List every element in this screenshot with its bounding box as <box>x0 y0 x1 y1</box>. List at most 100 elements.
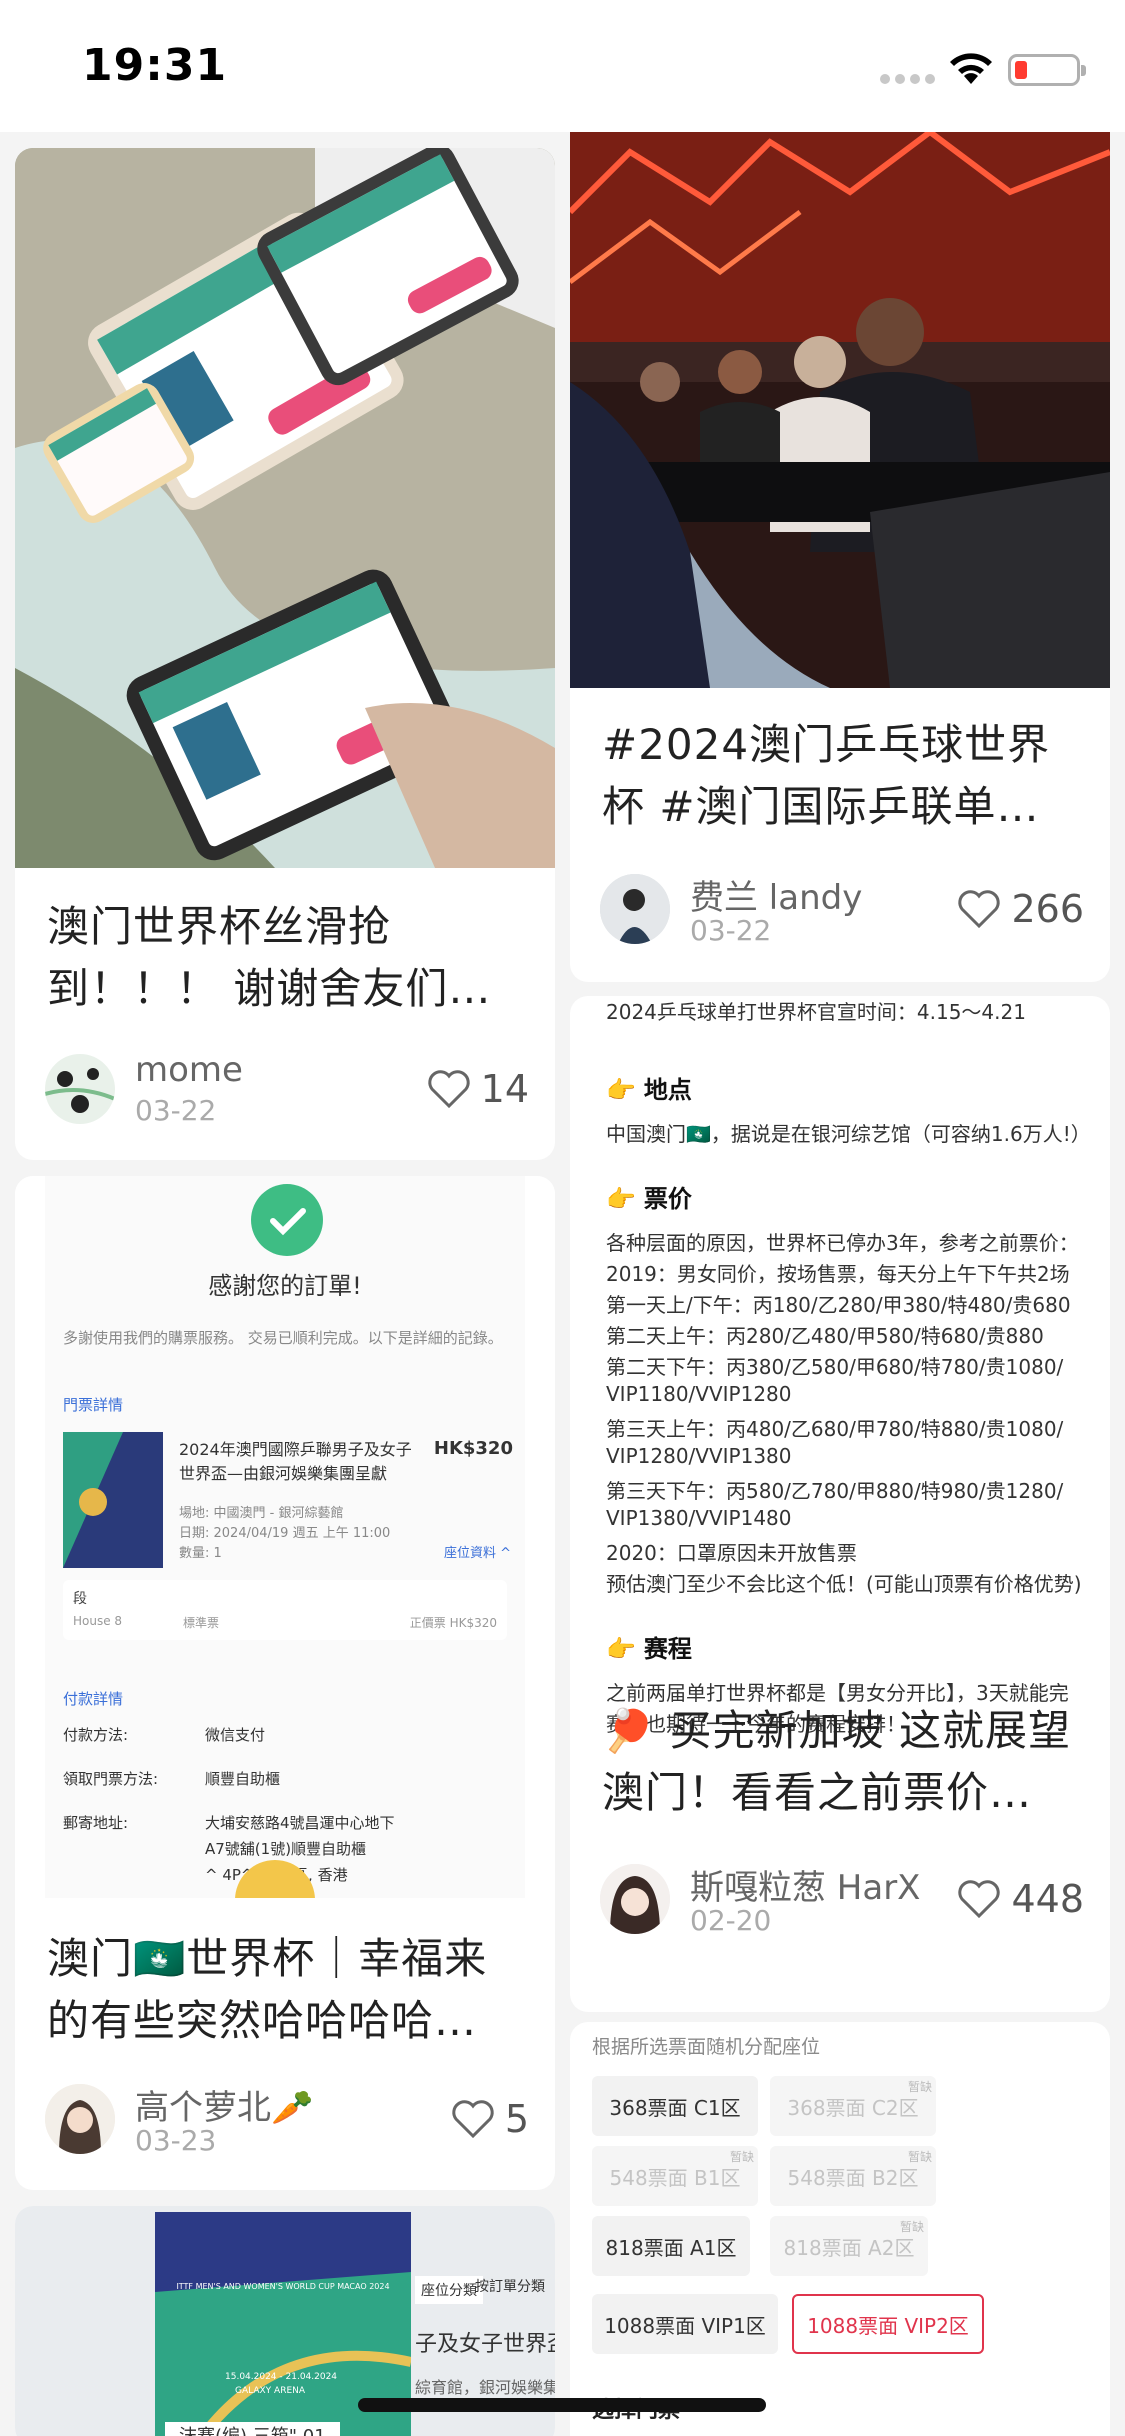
seat-option-chip[interactable]: 818票面 A1区 <box>592 2216 750 2276</box>
post-title[interactable]: 🏓 买完新加坡 这就展望澳门！看看之前票价… <box>602 1700 1080 1824</box>
pointing-hand-icon: 👉 <box>606 1185 636 1213</box>
info-line: VIP1180/VVIP1280 <box>606 1382 792 1406</box>
info-section-heading: 👉 票价 <box>606 1179 692 1214</box>
info-line: VIP1380/VVIP1480 <box>606 1506 792 1530</box>
pay-value: 微信支付 <box>205 1726 266 1744</box>
seat-option-chip[interactable]: 368票面 C2区 暂缺 <box>770 2076 936 2136</box>
section-payment: 付款詳情 <box>63 1690 124 1708</box>
heart-icon <box>958 890 1001 929</box>
like-count: 5 <box>504 2097 529 2141</box>
seat-option-label: 548票面 B2区 <box>787 2165 919 2190</box>
author-name[interactable]: 费兰 landy <box>690 870 862 919</box>
feed-card-1[interactable]: 澳门世界杯丝滑抢到！！！ 谢谢舍友们… mome 03-22 14 <box>15 148 555 1160</box>
author-name[interactable]: 高个萝北🥕 <box>135 2080 313 2129</box>
receipt-screenshot: 感謝您的訂單! 多謝使用我們的購票服務。 交易已順利完成。以下是詳細的記錄。 門… <box>15 1176 555 1898</box>
status-time: 19:31 <box>82 40 228 91</box>
heart-icon <box>958 1880 1001 1919</box>
poster-title: ITTF MEN'S AND WOMEN'S WORLD CUP MACAO 2… <box>176 2282 390 2291</box>
seat-info-link[interactable]: 座位資料 ^ <box>444 1542 511 1561</box>
post-image <box>570 132 1110 688</box>
seat-option-label: 548票面 B1区 <box>609 2165 741 2190</box>
author-name[interactable]: mome <box>135 1050 243 1090</box>
seat-option-label: 818票面 A2区 <box>783 2235 915 2260</box>
avatar[interactable] <box>600 1864 670 1934</box>
like-button[interactable]: 14 <box>427 1064 529 1114</box>
addr-line-1: 大埔安慈路4號昌運中心地下 <box>205 1814 395 1832</box>
post-date: 02-20 <box>690 1904 772 1937</box>
like-button[interactable]: 448 <box>957 1874 1084 1924</box>
info-line: 第二天上午：丙280/乙480/甲580/特680/贵880 <box>606 1324 1044 1348</box>
seat-hint: 根据所选票面随机分配座位 <box>592 2036 821 2058</box>
pay-label: 付款方法: <box>63 1726 129 1744</box>
cellular-signal-icon <box>880 74 936 84</box>
pointing-hand-icon: 👉 <box>606 1076 636 1104</box>
avatar[interactable] <box>45 2084 115 2154</box>
sold-out-tag: 暂缺 <box>907 2080 932 2094</box>
tab-seat-category[interactable]: 座位分類 <box>415 2276 483 2304</box>
post-meta: 斯嘎粒葱 HarX 02-20 448 <box>600 1864 1084 1937</box>
seat-price: 正價票 HK$320 <box>409 1616 497 1630</box>
seat-option-chip[interactable]: 1088票面 VIP2区 <box>792 2294 984 2354</box>
seat-option-chip[interactable]: 818票面 A2区 暂缺 <box>770 2216 928 2276</box>
post-title[interactable]: 澳门世界杯丝滑抢到！！！ 谢谢舍友们… <box>47 896 525 1020</box>
info-line: 第一天上/下午：丙180/乙280/甲380/特480/贵680 <box>606 1293 1071 1317</box>
info-line: 2020：口罩原因未开放售票 <box>606 1541 857 1565</box>
author-name[interactable]: 斯嘎粒葱 HarX <box>690 1860 920 1909</box>
event-date: 日期: 2024/04/19 週五 上午 11:00 <box>179 1526 391 1541</box>
post-meta: 费兰 landy 03-22 266 <box>600 874 1084 947</box>
seat-selection-card[interactable]: 根据所选票面随机分配座位 选择门票 368票面 C1区368票面 C2区暂缺54… <box>570 2022 1110 2436</box>
receipt-notice: 多謝使用我們的購票服務。 交易已順利完成。以下是詳細的記錄。 <box>63 1329 503 1347</box>
avatar[interactable] <box>45 1054 115 1124</box>
avatar[interactable] <box>600 874 670 944</box>
receipt-heading: 感謝您的訂單! <box>208 1272 362 1300</box>
feed-card-2[interactable]: #2024澳门乒乓球世界杯 #澳门国际乒联单打世… 费兰 landy 03-22… <box>570 132 1110 982</box>
seat-option-chip[interactable]: 548票面 B2区 暂缺 <box>770 2146 936 2206</box>
post-meta: 高个萝北🥕 03-23 5 <box>45 2084 529 2157</box>
like-count: 448 <box>1011 1877 1084 1921</box>
info-line: 2019：男女同价，按场售票，每天分上午下午共2场 <box>606 1262 1070 1286</box>
poster-bottom-text: 沫赛(编) 三箱" 01 <box>165 2422 340 2436</box>
sold-out-tag: 暂缺 <box>899 2220 924 2234</box>
pick-label: 領取門票方法: <box>63 1770 159 1788</box>
home-indicator[interactable] <box>358 2398 766 2412</box>
post-meta: mome 03-22 14 <box>45 1050 529 1127</box>
post-title[interactable]: 澳门🇲🇴世界杯｜幸福来的有些突然哈哈哈哈… <box>47 1928 525 2052</box>
tab-order-category[interactable]: 按訂單分類 <box>475 2276 545 2296</box>
info-line: 第三天上午：丙480/乙680/甲780/特880/贵1080/ <box>606 1417 1064 1441</box>
seat-option-chip[interactable]: 1088票面 VIP1区 <box>592 2294 778 2354</box>
seat-option-chip[interactable]: 548票面 B1区 暂缺 <box>592 2146 758 2206</box>
sold-out-tag: 暂缺 <box>729 2150 754 2164</box>
seat-option-label: 1088票面 VIP2区 <box>807 2313 969 2338</box>
info-section-heading: 👉 地点 <box>606 1070 692 1105</box>
wifi-icon <box>950 53 992 84</box>
tablets-photo <box>15 148 555 868</box>
like-count: 266 <box>1011 887 1084 931</box>
post-title[interactable]: #2024澳门乒乓球世界杯 #澳门国际乒联单打世… <box>602 714 1080 838</box>
like-button[interactable]: 266 <box>957 884 1084 934</box>
poster-venue: GALAXY ARENA <box>235 2386 306 2396</box>
like-count: 14 <box>480 1067 529 1111</box>
seat-option-label: 368票面 C1区 <box>609 2095 741 2120</box>
feed-card-5[interactable]: 🏓 买完新加坡 这就展望澳门！看看之前票价… 斯嘎粒葱 HarX 02-20 4… <box>570 1700 1110 2012</box>
poster-side-text: 子及女子世界盃 <box>415 2332 555 2357</box>
seat-option-chip[interactable]: 368票面 C1区 <box>592 2076 758 2136</box>
event-price: HK$320 <box>433 1438 513 1459</box>
seat-option-label: 818票面 A1区 <box>605 2235 737 2260</box>
arena-photo <box>570 132 1110 688</box>
info-heading-text: 票价 <box>643 1185 692 1213</box>
info-line: 预估澳门至少不会比这个低！(可能山顶票有价格优势) <box>606 1572 1082 1596</box>
info-heading-text: 地点 <box>643 1076 692 1104</box>
seat-option-label: 368票面 C2区 <box>787 2095 919 2120</box>
seat-option-label: 1088票面 VIP1区 <box>604 2313 766 2338</box>
status-bar: 19:31 <box>0 0 1125 132</box>
heart-icon <box>452 2100 494 2139</box>
battery-icon <box>1008 54 1086 86</box>
seat-section: 段 <box>73 1591 87 1607</box>
pick-value: 順豐自助櫃 <box>205 1770 281 1788</box>
sold-out-tag: 暂缺 <box>907 2150 932 2164</box>
event-venue: 場地: 中國澳門 - 銀河綜藝館 <box>179 1506 344 1521</box>
like-button[interactable]: 5 <box>451 2094 529 2144</box>
info-line: 各种层面的原因，世界杯已停办3年，参考之前票价： <box>606 1231 1079 1255</box>
feed-card-3[interactable]: 感謝您的訂單! 多謝使用我們的購票服務。 交易已順利完成。以下是詳細的記錄。 門… <box>15 1176 555 2190</box>
seat-type: 標準票 <box>183 1616 220 1630</box>
